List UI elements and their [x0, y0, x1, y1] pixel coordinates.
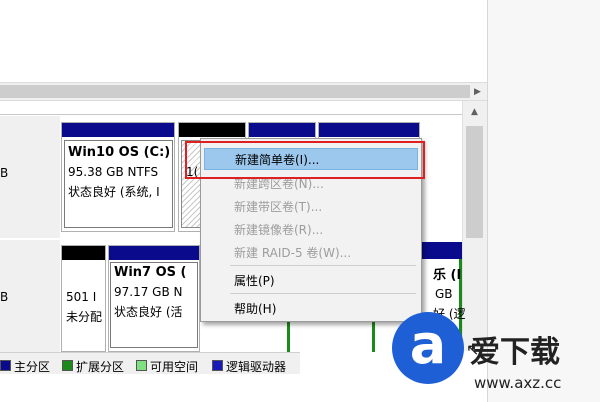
disk-label[interactable]: B — [0, 116, 60, 238]
legend-primary-label: 主分区 — [14, 360, 51, 374]
menu-separator — [230, 265, 416, 266]
legend-primary-swatch — [0, 360, 11, 371]
partition-size: 95.38 GB NTFS — [68, 165, 159, 179]
partition-status: 状态良好 (活 — [114, 305, 183, 319]
partition-c-body[interactable]: Win10 OS (C:) 95.38 GB NTFS 状态良好 (系统, I — [64, 140, 173, 228]
partition-size: GB — [435, 287, 453, 301]
partition-size: 97.17 GB N — [114, 285, 183, 299]
menu-item-new-raid5-volume[interactable]: 新建 RAID-5 卷(W)... — [204, 242, 418, 264]
watermark-logo-icon: a — [409, 313, 447, 376]
logical-drive-bar — [418, 242, 462, 259]
unallocated-bar — [179, 123, 245, 137]
partition-name: Win7 OS ( — [114, 265, 187, 280]
unallocated-bar — [62, 246, 105, 260]
partition-name: 乐 (I — [433, 268, 462, 283]
unallocated-partition[interactable]: 501 I 未分配 — [61, 245, 106, 352]
legend-logical-label: 逻辑驱动器 — [226, 360, 287, 374]
menu-item-new-striped-volume[interactable]: 新建带区卷(T)... — [204, 196, 418, 218]
legend-extended-label: 扩展分区 — [76, 360, 125, 374]
disk-size-unit: B — [0, 166, 9, 180]
disk-size-unit: B — [0, 290, 9, 304]
disk-label[interactable]: B — [0, 240, 60, 352]
annotation-highlight-box — [185, 141, 425, 179]
primary-partition-bar — [62, 123, 174, 137]
watermark-url: www.axz.cc — [474, 374, 562, 392]
partition-status: 状态良好 (系统, I — [68, 185, 160, 199]
legend-extended-swatch — [62, 360, 73, 371]
partition-name: Win10 OS (C:) — [68, 145, 171, 160]
primary-partition-bar — [249, 123, 315, 137]
legend: 主分区 扩展分区 可用空间 逻辑驱动器 — [0, 352, 300, 374]
menu-separator — [230, 293, 416, 294]
legend-logical-swatch — [212, 360, 223, 371]
scroll-up-icon[interactable]: ▲ — [462, 104, 487, 120]
primary-partition-bar — [319, 123, 419, 137]
top-pane — [0, 0, 487, 82]
horizontal-scrollbar-thumb[interactable] — [0, 85, 470, 98]
partition-status: 未分配 — [66, 310, 103, 324]
watermark-title: 爱下载 — [470, 335, 560, 370]
partition-size: 501 I — [66, 290, 97, 304]
menu-item-new-mirrored-volume[interactable]: 新建镜像卷(R)... — [204, 219, 418, 241]
menu-item-help[interactable]: 帮助(H) — [204, 298, 418, 320]
primary-partition-bar — [109, 246, 199, 260]
partition-win7-body[interactable]: Win7 OS ( 97.17 GB N 状态良好 (活 — [110, 262, 198, 348]
vertical-scrollbar-thumb[interactable] — [466, 126, 483, 238]
legend-free-label: 可用空间 — [150, 360, 199, 374]
menu-item-properties[interactable]: 属性(P) — [204, 270, 418, 292]
scroll-right-icon[interactable]: ▶ — [470, 84, 485, 100]
pane-divider — [0, 101, 487, 115]
legend-free-swatch — [136, 360, 147, 371]
